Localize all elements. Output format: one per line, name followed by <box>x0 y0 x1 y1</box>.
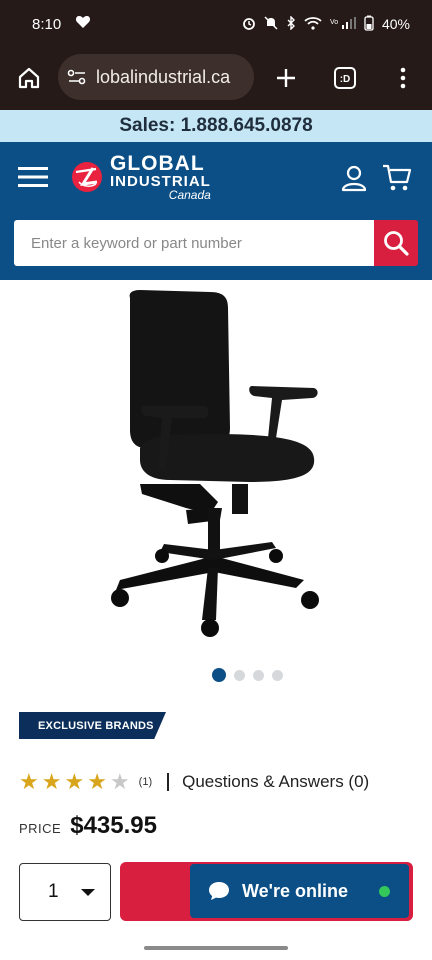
lte-signal-icon: Vo <box>330 16 356 33</box>
more-vert-icon <box>400 67 406 89</box>
divider <box>167 773 170 791</box>
online-status-indicator <box>379 886 390 897</box>
chevron-down-icon <box>81 889 95 896</box>
carousel-dot-2[interactable] <box>234 669 245 681</box>
address-bar[interactable]: lobalindustrial.ca <box>58 54 254 100</box>
carousel-dot-1[interactable] <box>212 668 226 682</box>
wifi-icon <box>304 16 322 33</box>
star-empty-icon: ★ <box>109 769 130 794</box>
status-bar: 8:10 Vo 40% <box>0 0 432 48</box>
site-header: GLOBAL INDUSTRIAL Canada <box>0 142 432 280</box>
home-button[interactable] <box>11 60 47 96</box>
price-value: $435.95 <box>70 812 157 839</box>
logo-line-2: INDUSTRIAL <box>110 173 211 190</box>
search-icon <box>384 231 409 256</box>
cart-button[interactable] <box>382 164 412 192</box>
image-carousel-dots <box>212 668 292 682</box>
chat-label: We're online <box>242 880 348 901</box>
tab-switcher-button[interactable]: :D <box>327 60 363 96</box>
url-text: lobalindustrial.ca <box>96 66 231 87</box>
product-image[interactable] <box>100 288 332 644</box>
star-full-icon: ★ <box>87 769 107 794</box>
heart-notification-icon <box>75 15 91 33</box>
new-tab-button[interactable] <box>268 60 304 96</box>
search-button[interactable] <box>374 220 418 266</box>
battery-percent: 40% <box>381 16 410 32</box>
site-settings-icon[interactable] <box>66 69 88 85</box>
search-bar <box>14 220 418 266</box>
global-industrial-logo[interactable]: GLOBAL INDUSTRIAL Canada <box>70 152 250 202</box>
carousel-dot-4[interactable] <box>272 669 283 681</box>
mute-icon <box>264 15 278 33</box>
logo-line-3: Canada <box>168 188 211 202</box>
logo-line-1: GLOBAL <box>110 152 205 175</box>
cart-icon <box>383 164 412 191</box>
svg-text:Vo: Vo <box>330 19 338 26</box>
badge-text: EXCLUSIVE BRANDS <box>38 719 154 732</box>
carousel-dot-3[interactable] <box>253 669 264 681</box>
sales-phone-text: Sales: 1.888.645.0878 <box>119 115 313 136</box>
account-button[interactable] <box>340 164 368 192</box>
hamburger-menu-button[interactable] <box>18 164 48 190</box>
review-count[interactable]: (1) <box>139 776 152 788</box>
questions-answers-link[interactable]: Questions & Answers (0) <box>182 772 369 792</box>
price-label: PRICE <box>19 821 62 836</box>
search-input[interactable] <box>14 220 374 266</box>
star-full-icon: ★ <box>41 769 62 794</box>
menu-icon <box>18 167 48 187</box>
exclusive-brands-badge: EXCLUSIVE BRANDS <box>19 712 166 739</box>
status-time: 8:10 <box>32 15 62 33</box>
logo-globe-icon <box>72 162 102 192</box>
quantity-select[interactable]: 1 <box>19 863 111 921</box>
alarm-icon <box>242 16 256 33</box>
browser-menu-button[interactable] <box>385 60 421 96</box>
home-icon <box>18 67 40 89</box>
rating-row: ★ ★ ★ ★ ★ (1) Questions & Answers (0) <box>19 770 419 794</box>
office-chair-image <box>111 290 319 637</box>
battery-icon <box>364 15 374 34</box>
user-icon <box>341 165 367 192</box>
sales-phone-banner[interactable]: Sales: 1.888.645.0878 <box>0 110 432 142</box>
svg-text::D: :D <box>340 74 351 85</box>
live-chat-button[interactable]: We're online <box>190 864 409 918</box>
gesture-home-indicator[interactable] <box>144 946 288 950</box>
star-rating[interactable]: ★ ★ ★ ★ ★ <box>19 771 130 793</box>
browser-toolbar: lobalindustrial.ca :D <box>0 48 432 110</box>
chat-bubble-icon <box>209 882 229 900</box>
tabs-icon: :D <box>334 67 356 89</box>
bluetooth-icon <box>286 14 296 33</box>
star-full-icon: ★ <box>64 769 85 794</box>
price-row: PRICE $435.95 <box>19 812 157 840</box>
star-full-icon: ★ <box>19 769 39 794</box>
plus-icon <box>277 69 295 87</box>
quantity-value: 1 <box>48 881 59 902</box>
